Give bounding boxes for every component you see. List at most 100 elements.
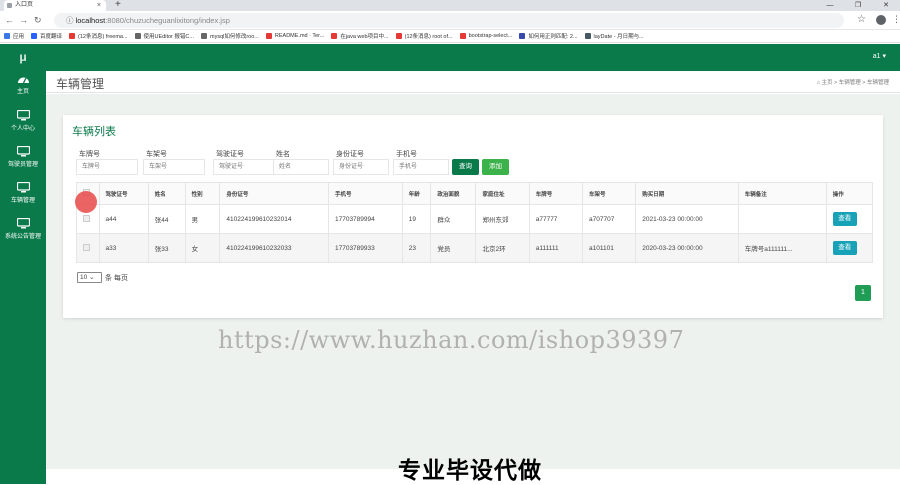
checkbox[interactable] <box>83 243 90 251</box>
table-cell: 23 <box>401 233 432 263</box>
table-header-row: 驾驶证号 姓名 性别 身份证号 手机号 年龄 政治面貌 家庭住址 车牌号 车架号… <box>76 182 874 205</box>
plate-input[interactable] <box>76 159 138 175</box>
column-header: 政治面貌 <box>430 182 477 205</box>
page-size-select[interactable]: 10 ⌄ <box>77 272 102 283</box>
browser-tab[interactable]: 入口页 × <box>4 0 106 11</box>
sidebar-item-label: 系统公告管理 <box>4 234 41 240</box>
column-header: 年龄 <box>401 182 432 205</box>
forward-icon[interactable]: → <box>19 15 28 25</box>
address-bar: ← → ↻ ⓘ localhost:8080/chuzucheguanlixit… <box>0 11 900 30</box>
pagination-page-1[interactable]: 1 <box>855 285 871 301</box>
bookmark-item[interactable]: (12条消息) freema... <box>69 32 128 40</box>
page-size-control: 10 ⌄ 条 每页 <box>77 272 128 283</box>
page-size-value: 10 <box>80 274 88 281</box>
table-row: a33 张33 女 410224199610232033 17703789933… <box>76 233 874 263</box>
bookmark-item[interactable]: 应用 <box>4 32 24 40</box>
column-header: 家庭住址 <box>475 182 530 205</box>
idcard-input[interactable] <box>333 159 389 175</box>
column-header: 性别 <box>184 182 221 205</box>
table-cell: 郑州东郊 <box>475 204 530 234</box>
license-input[interactable] <box>213 159 275 175</box>
filter-label-frame: 车架号 <box>146 151 167 158</box>
column-header: 身份证号 <box>219 182 329 205</box>
bookmark-label: 使用UEditor 报错C... <box>143 34 194 40</box>
bookmark-favicon-icon <box>395 33 402 39</box>
bookmark-item[interactable]: 百度翻译 <box>31 32 62 40</box>
chevron-down-icon: ⌄ <box>89 274 95 281</box>
table-cell: 17703789994 <box>327 204 403 234</box>
table-cell: 2021-03-23 00:00:00 <box>635 204 739 234</box>
sidebar-item-vehicle-management[interactable]: 车辆管理 <box>0 182 46 204</box>
frame-input[interactable] <box>143 159 205 175</box>
monitor-icon <box>16 110 30 121</box>
sidebar-item-home[interactable]: 主页 <box>0 74 46 95</box>
view-button[interactable]: 查看 <box>832 212 857 226</box>
sidebar-item-label: 驾驶员管理 <box>7 162 38 168</box>
bookmark-item[interactable]: README.md · Ter... <box>265 33 325 39</box>
table-cell <box>737 204 827 234</box>
minimize-icon[interactable]: — <box>816 0 844 11</box>
bookmark-label: layDate - 月日期与... <box>593 34 644 40</box>
table-cell: 410224199610232033 <box>219 233 329 263</box>
bookmark-item[interactable]: 在java web项目中... <box>331 32 389 40</box>
bookmark-item[interactable]: (12条消息) root of... <box>395 32 453 40</box>
overlay-caption: 专业毕设代做 <box>398 457 542 483</box>
bookmark-item[interactable]: 如何用正则匹配: 2... <box>519 32 578 40</box>
sidebar: μ 主页 个人中心 驾驶员管理 车辆管理 系统公告管理 <box>0 44 46 484</box>
bookmark-item[interactable]: layDate - 月日期与... <box>584 32 644 40</box>
column-header: 姓名 <box>147 182 186 205</box>
add-button[interactable]: 添加 <box>482 159 509 175</box>
sidebar-item-driver-management[interactable]: 驾驶员管理 <box>0 146 46 168</box>
column-header: 车架号 <box>581 182 637 205</box>
phone-input[interactable] <box>393 159 449 175</box>
url-field[interactable]: ⓘ localhost:8080/chuzucheguanlixitong/in… <box>54 13 844 28</box>
tab-close-icon[interactable]: × <box>97 0 101 11</box>
maximize-icon[interactable]: ❐ <box>844 0 872 11</box>
table-cell: a77777 <box>528 204 584 234</box>
bookmark-label: 如何用正则匹配: 2... <box>528 34 578 40</box>
top-header: a1 ▾ <box>46 44 900 71</box>
checkbox[interactable] <box>83 214 90 222</box>
url-path: :8080/chuzucheguanlixitong/index.jsp <box>105 16 230 25</box>
close-window-icon[interactable]: ✕ <box>872 0 900 11</box>
profile-avatar-icon[interactable] <box>876 15 886 25</box>
row-select-cell[interactable] <box>76 233 100 263</box>
sidebar-item-notice-management[interactable]: 系统公告管理 <box>0 218 46 240</box>
table-cell: 党员 <box>430 233 477 263</box>
bookmark-favicon-icon <box>331 33 338 39</box>
new-tab-button[interactable]: + <box>115 0 121 10</box>
table-cell: 北京2环 <box>475 233 530 263</box>
bookmark-favicon-icon <box>4 33 10 39</box>
bookmark-favicon-icon <box>459 33 466 39</box>
browser-menu-icon[interactable]: ⋮ <box>892 14 900 25</box>
bookmark-favicon-icon <box>265 33 272 39</box>
vehicle-table: 驾驶证号 姓名 性别 身份证号 手机号 年龄 政治面貌 家庭住址 车牌号 车架号… <box>76 182 874 263</box>
bookmark-item[interactable]: mysql如何修改roo... <box>200 32 259 40</box>
bookmark-favicon-icon <box>69 33 76 39</box>
reload-icon[interactable]: ↻ <box>34 15 42 26</box>
bookmark-label: README.md · Ter... <box>274 33 325 39</box>
user-menu[interactable]: a1 ▾ <box>873 52 886 60</box>
card-title: 车辆列表 <box>72 126 116 138</box>
monitor-icon <box>16 146 30 157</box>
name-input[interactable] <box>273 159 329 175</box>
query-button[interactable]: 查询 <box>452 159 479 175</box>
sidebar-item-personal-center[interactable]: 个人中心 <box>0 110 46 132</box>
tab-title: 入口页 <box>15 2 34 8</box>
table-cell: a44 <box>98 204 149 234</box>
bookmark-label: 应用 <box>13 34 25 40</box>
bookmark-item[interactable]: bootstrap-select... <box>459 33 512 39</box>
back-icon[interactable]: ← <box>5 15 14 25</box>
view-button[interactable]: 查看 <box>832 241 857 255</box>
bookmark-item[interactable]: 使用UEditor 报错C... <box>134 32 194 40</box>
mouse-cursor-highlight <box>75 191 97 213</box>
table-cell: 男 <box>184 204 221 234</box>
table-cell: 车牌号a111111... <box>737 233 827 263</box>
filter-label-phone: 手机号 <box>396 151 417 158</box>
bookmark-star-icon[interactable]: ☆ <box>857 14 866 25</box>
table-cell: 410224199610232014 <box>219 204 329 234</box>
action-cell: 查看 <box>825 233 874 263</box>
bookmark-label: (12条消息) root of... <box>404 34 453 40</box>
table-cell: 2020-03-23 00:00:00 <box>635 233 739 263</box>
breadcrumb[interactable]: ⌂ 主页 > 车辆管理 > 车辆管理 <box>817 78 889 86</box>
